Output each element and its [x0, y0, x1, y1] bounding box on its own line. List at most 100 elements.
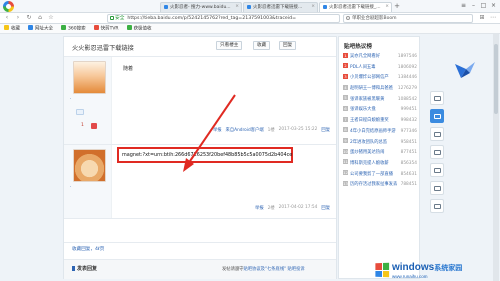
level-badge-icon [76, 109, 84, 115]
topic-count: 977346 [400, 128, 417, 134]
reply-title: 发表回复 [72, 265, 97, 272]
tab-close-icon[interactable]: × [235, 4, 239, 9]
topic-count: 958451 [400, 139, 417, 145]
tab-favicon-icon [164, 4, 168, 9]
reply-link[interactable]: 回复 [321, 127, 330, 133]
refresh-icon[interactable]: ↻ [25, 14, 33, 22]
shop-icon [126, 25, 132, 31]
tab-label: 火影忍者迅雷下载链接... [253, 5, 303, 10]
list-item[interactable]: 5 张译家族被黑暖黄 1088542 [343, 95, 419, 106]
post-tail: 举报 2楼 2017-04-02 17:54 回复 [255, 205, 330, 211]
bookmark-tv[interactable]: 快剪TVR [93, 25, 119, 32]
menu-dots-icon[interactable]: ⋯ [489, 14, 497, 22]
list-item[interactable]: 9 2年进攻团队的总监 958451 [343, 138, 419, 149]
topic-count: 1806092 [397, 64, 417, 70]
scrollbar-thumb[interactable] [494, 44, 498, 114]
topic-text: 4年小白完结原画师手游 [350, 128, 396, 134]
hot-topics-sidebar: 贴吧热议榜 1 吴亦凡全网看好 1897546 2 PDL人间五毒 1806092 3小… [338, 36, 420, 279]
author-column: · 1 [64, 57, 112, 144]
text-icon [434, 168, 441, 173]
list-item[interactable]: 2 PDL人间五毒 1806092 [343, 63, 419, 74]
bookmark-nav[interactable]: 网址大全 [28, 25, 53, 32]
extensions-icon[interactable]: ⊞ [478, 14, 486, 22]
topic-text: 历的存活过我家扯事发丢 [350, 182, 398, 188]
page-scrollbar[interactable] [493, 34, 499, 281]
favorite-button[interactable]: 收藏 [253, 41, 271, 50]
author-name[interactable]: · [70, 185, 71, 190]
secure-label: 安全 [115, 16, 125, 21]
list-item[interactable]: 7 王者日程白娘娘重奖 998432 [343, 116, 419, 127]
more-icon [434, 204, 441, 209]
floating-toolbar [430, 91, 444, 213]
forward-icon[interactable]: › [14, 14, 22, 22]
home-icon[interactable]: ⌂ [36, 14, 44, 22]
toolbar-chat-button[interactable] [430, 109, 444, 123]
list-item[interactable]: 6 张译娱乐大盘 999451 [343, 105, 419, 116]
maximize-icon[interactable]: □ [479, 1, 488, 10]
report-link[interactable]: 举报 [255, 205, 264, 211]
bookmark-shop[interactable]: 获极值收 [126, 25, 152, 32]
title-marker-icon [72, 265, 75, 271]
avatar[interactable] [73, 149, 106, 182]
complaint-link[interactable]: 贴吧投诉 [287, 267, 304, 272]
toolbar-more-button[interactable] [430, 199, 444, 213]
list-item[interactable]: 10 蛋炒猪用美达热闹 877451 [343, 148, 419, 159]
list-item[interactable]: 4 赵明研王一博和兵爸爸 1276279 [343, 84, 419, 95]
author-name[interactable]: · [70, 97, 71, 102]
tab-label: 火影忍者- 搜力-www.baidu... [170, 5, 231, 10]
star-icon[interactable]: ☆ [47, 14, 55, 22]
globe-icon [28, 25, 33, 31]
bookmark-360[interactable]: 360搜索 [61, 25, 86, 32]
rules-link[interactable]: 贴吧协议及"七条底线" [243, 267, 286, 272]
list-item[interactable]: 3 小贝爆炸公部网信产 1384446 [343, 73, 419, 84]
topic-text: 博科斯克提人娘收薪 [350, 160, 389, 166]
360-icon [61, 25, 66, 31]
browser-logo-icon[interactable] [3, 1, 14, 12]
topic-count: 1897546 [397, 54, 417, 59]
avatar[interactable] [73, 61, 106, 94]
chat-icon [434, 114, 441, 119]
toolbar-doc-button[interactable] [430, 91, 444, 105]
topic-text: 张译家族被黑暖黄 [350, 96, 385, 102]
list-item[interactable]: 11 博科斯克提人娘收薪 856354 [343, 159, 419, 170]
list-item[interactable]: 12 公司要我剪了一部直播 854631 [343, 170, 419, 181]
page-content: 火火影忍迅雷下载链接 只看楼主 收藏 回复 · 1 随着 举报 来自Androi… [0, 34, 500, 281]
bookmark-favorites[interactable]: 收藏 [4, 25, 20, 32]
gift-icon[interactable] [91, 123, 97, 129]
topic-text: 小贝爆炸公部网信产 [350, 75, 389, 81]
watermark-url: www.runaihu.com [392, 274, 428, 279]
minimize-icon[interactable]: – [469, 1, 478, 10]
menu-icon[interactable]: ≡ [459, 1, 468, 10]
topic-count: 1384446 [397, 75, 417, 81]
browser-tab-3[interactable]: 火影忍者迅雷下载链接_... × [319, 2, 392, 12]
tab-close-icon[interactable]: × [311, 4, 315, 9]
reply-bar: 发表回复 发帖请遵守贴吧协议及"七条底线" 贴吧投诉 [64, 259, 336, 279]
favorite-reply-link[interactable]: 收藏回复，4ℓ页 [72, 246, 104, 252]
toolbar-text-button[interactable] [430, 163, 444, 177]
rank-badge: 3 [343, 73, 348, 79]
toolbar-image-button[interactable] [430, 145, 444, 159]
reply-button[interactable]: 回复 [279, 41, 297, 50]
toolbar-screen-button[interactable] [430, 127, 444, 141]
close-window-icon[interactable]: × [489, 1, 498, 10]
image-icon [434, 150, 441, 155]
list-item[interactable]: 8 4年小白完结原画师手游 977346 [343, 127, 419, 138]
reply-link[interactable]: 回复 [321, 205, 330, 211]
topic-text: 张译娱乐大盘 [350, 107, 376, 113]
list-item[interactable]: 13 历的存活过我家扯事发丢 788451 [343, 180, 419, 191]
only-lz-button[interactable]: 只看楼主 [216, 41, 243, 50]
browser-tab-2[interactable]: 火影忍者迅雷下载链接... × [243, 2, 318, 12]
sidebar-title: 贴吧热议榜 [344, 44, 372, 50]
new-tab-button[interactable]: + [393, 3, 401, 11]
list-item[interactable]: 1 吴亦凡全网看好 1897546 [343, 52, 419, 63]
topic-text: PDL人间五毒 [350, 64, 376, 70]
tab-close-icon[interactable]: × [385, 4, 389, 9]
toolbar-cut-button[interactable] [430, 181, 444, 195]
browser-tab-1[interactable]: 火影忍者- 搜力-www.baidu... × [160, 2, 242, 12]
back-icon[interactable]: ‹ [3, 14, 11, 22]
bird-logo-icon[interactable] [454, 61, 476, 79]
search-input[interactable]: 单职业合剧超影Boom [343, 14, 473, 23]
url-input[interactable]: 安全 https://tieba.baidu.com/p/5242145762?r… [107, 14, 340, 23]
rank-badge: 12 [343, 170, 348, 176]
tab-label: 火影忍者迅雷下载链接_... [329, 5, 381, 10]
